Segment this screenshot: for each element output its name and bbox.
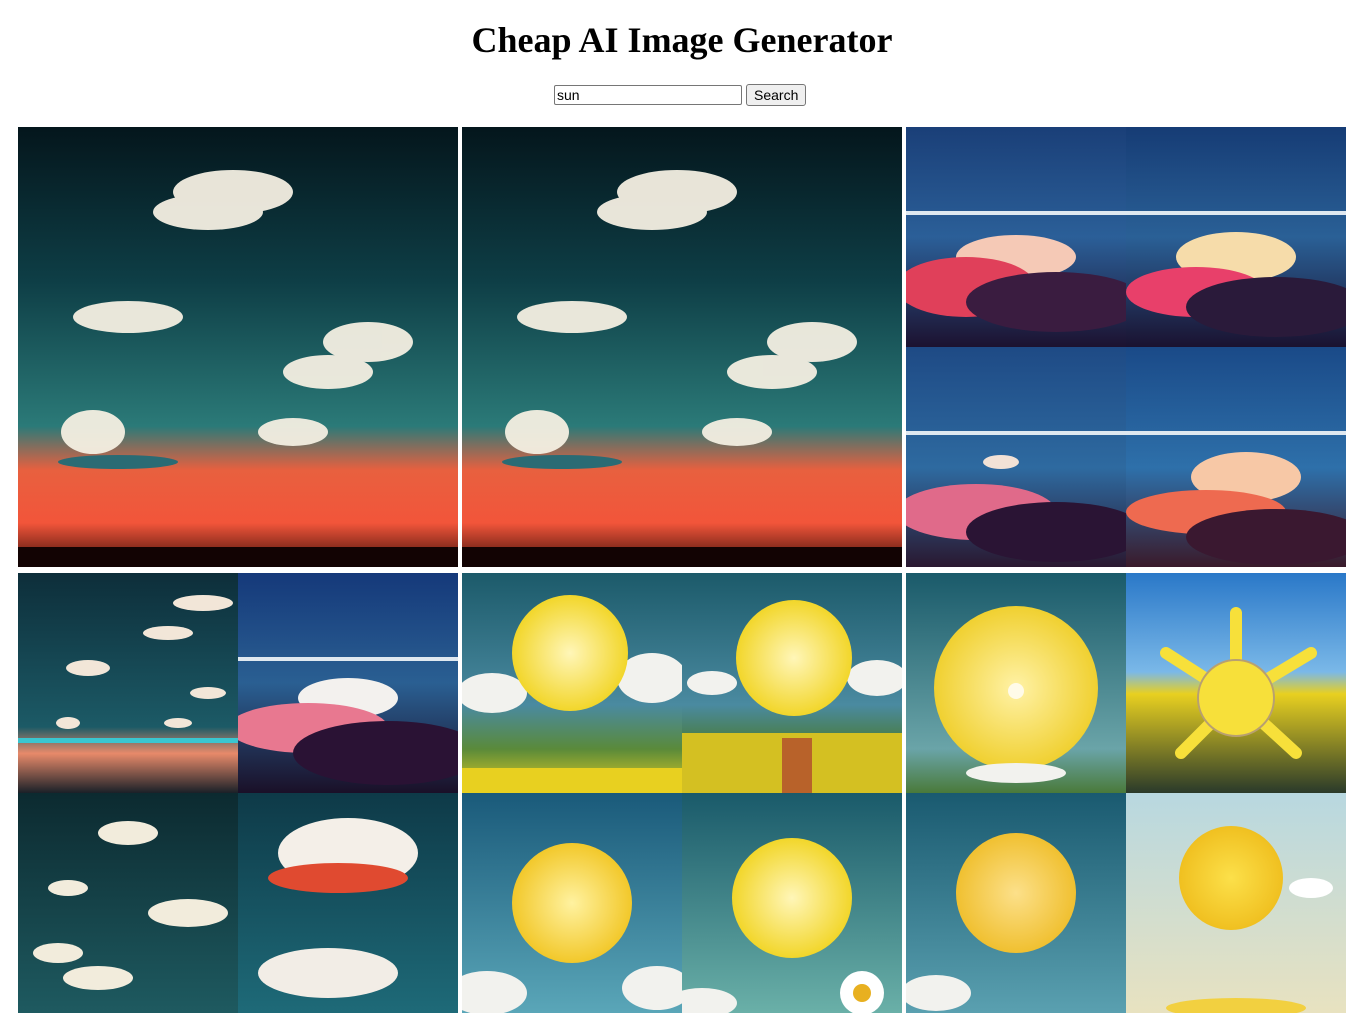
result-image-3[interactable] bbox=[906, 127, 1346, 567]
search-button[interactable]: Search bbox=[746, 84, 807, 106]
sun-image bbox=[682, 573, 902, 793]
result-image-1[interactable] bbox=[18, 127, 458, 567]
cloud-image bbox=[18, 793, 238, 1013]
page-title: Cheap AI Image Generator bbox=[471, 20, 893, 60]
result-image-6[interactable] bbox=[906, 573, 1346, 1013]
cloud-image bbox=[238, 793, 458, 1013]
sun-image bbox=[906, 793, 1126, 1013]
cloud-image bbox=[906, 347, 1126, 567]
cloud-image bbox=[18, 573, 238, 793]
cloud-image bbox=[906, 127, 1126, 347]
search-input[interactable] bbox=[554, 85, 742, 105]
sun-image bbox=[906, 573, 1126, 793]
cloud-sky-image bbox=[18, 127, 458, 567]
sun-image bbox=[462, 573, 682, 793]
result-image-5[interactable] bbox=[462, 573, 902, 1013]
cloud-image bbox=[238, 573, 458, 793]
cloud-image bbox=[1126, 347, 1346, 567]
sun-image bbox=[682, 793, 902, 1013]
result-image-4[interactable] bbox=[18, 573, 458, 1013]
sun-image bbox=[1126, 573, 1346, 793]
search-bar: Search bbox=[554, 84, 807, 106]
cloud-image bbox=[1126, 127, 1346, 347]
cloud-sky-image bbox=[462, 127, 902, 567]
sun-image bbox=[462, 793, 682, 1013]
sun-image bbox=[1126, 793, 1346, 1013]
image-results-grid bbox=[18, 127, 1346, 1013]
result-image-2[interactable] bbox=[462, 127, 902, 567]
